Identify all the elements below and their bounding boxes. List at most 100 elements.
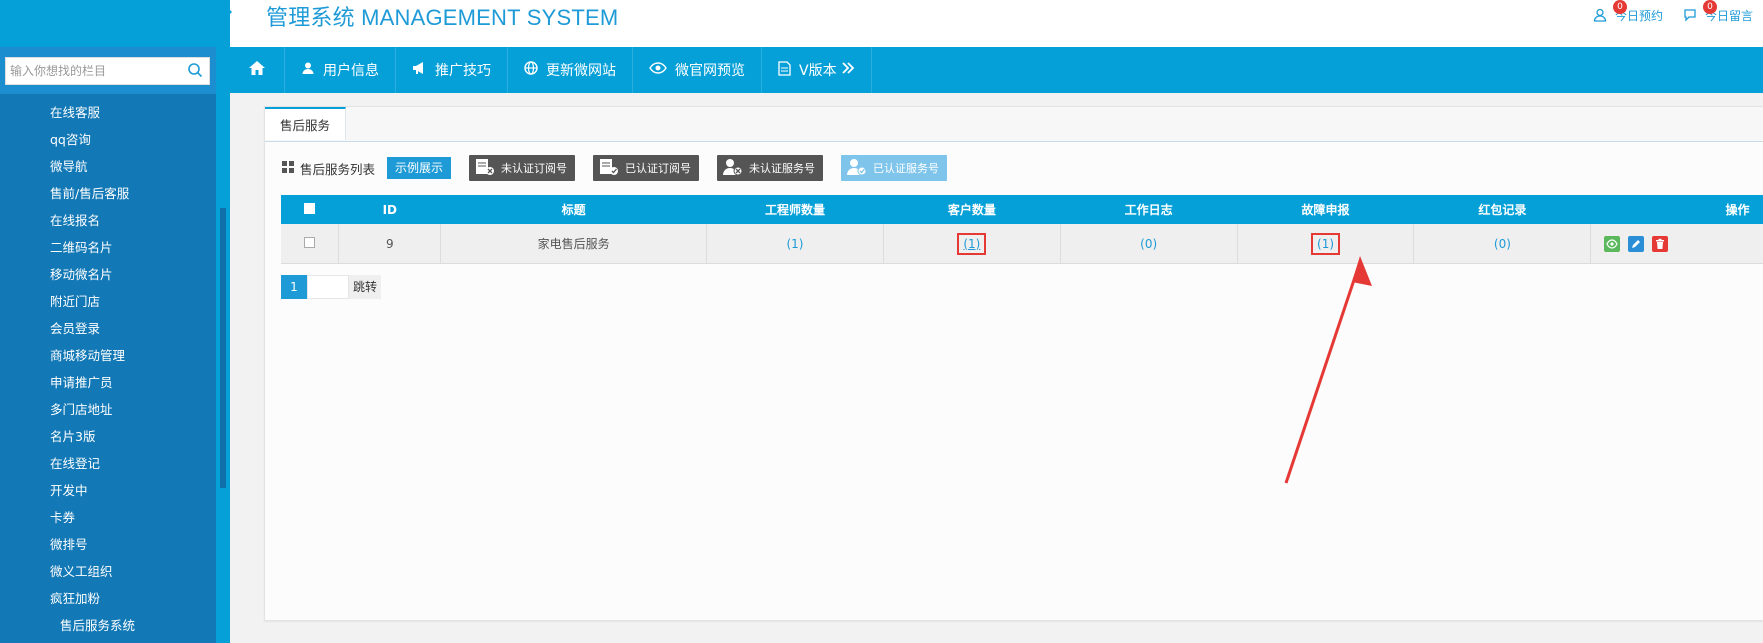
sidebar-menu: 在线客服 qq咨询 微导航 售前/售后客服 在线报名 二维码名片 移动微名片 附… [0,94,216,643]
col-id: ID [338,195,441,224]
sidebar-menu-list: 在线客服 qq咨询 微导航 售前/售后客服 在线报名 二维码名片 移动微名片 附… [0,94,216,643]
table-row: 9 家电售后服务 (1) (1) (0) (1) (0) [281,224,1763,264]
unverified-service-button[interactable]: 未认证服务号 [717,155,824,181]
col-logs: 工作日志 [1060,195,1238,224]
user-icon: 0 [1591,0,1627,24]
select-all-cell [281,195,339,224]
unverified-service-label: 未认证服务号 [749,162,816,175]
row-checkbox[interactable] [304,236,316,248]
messages-badge: 0 [1702,0,1717,14]
globe-icon [524,61,538,79]
list-title-label: 售后服务列表 [300,161,376,177]
document-icon [778,60,791,80]
sidebar-item-shop-mobile[interactable]: 商城移动管理 [50,345,125,364]
user-check-icon [847,158,867,179]
sidebar-item-presale-service[interactable]: 售前/售后客服 [50,183,129,202]
grid-icon [282,160,294,176]
sidebar-search [5,57,210,85]
sidebar-item-qq[interactable]: qq咨询 [50,129,91,148]
sidebar: 在线客服 qq咨询 微导航 售前/售后客服 在线报名 二维码名片 移动微名片 附… [0,47,216,643]
select-all-checkbox[interactable] [304,202,316,214]
col-actions: 操作 [1590,195,1763,224]
verified-subscription-label: 已认证订阅号 [625,162,692,175]
nav-promotion-tips[interactable]: 推广技巧 [396,47,508,93]
cell-engineers[interactable]: (1) [706,224,884,264]
appointments-badge: 0 [1612,0,1627,14]
list-toolbar: 售后服务列表 示例展示 未认证订阅号 已认证订阅号 未认证服务号 已认证服务号 [282,155,965,181]
col-redpacks: 红包记录 [1413,195,1591,224]
col-customers: 客户数量 [883,195,1061,224]
brand-title: 管理系统 MANAGEMENT SYSTEM [266,5,619,30]
page-jump-button[interactable]: 跳转 [349,275,382,299]
row-select-cell [281,224,340,264]
page-1-button[interactable]: 1 [281,275,307,299]
nav-home[interactable] [230,47,285,93]
today-appointments-link[interactable]: 0 今日预约 [1591,0,1663,24]
edit-icon[interactable] [1628,235,1645,252]
nav-site-preview[interactable]: 微官网预览 [633,47,762,93]
sidebar-item-promoter[interactable]: 申请推广员 [50,372,113,391]
sidebar-item-developing[interactable]: 开发中 [50,480,88,499]
sidebar-item-qr-card[interactable]: 二维码名片 [50,237,113,256]
nav-site-preview-label: 微官网预览 [675,63,745,79]
today-messages-link[interactable]: 0 今日留言 [1681,0,1753,24]
unverified-subscription-label: 未认证订阅号 [501,162,568,175]
sidebar-item-fans[interactable]: 疯狂加粉 [50,588,100,607]
sidebar-item-online-signup[interactable]: 在线报名 [50,210,100,229]
sidebar-item-online-service[interactable]: 在线客服 [50,102,100,121]
sidebar-item-online-register[interactable]: 在线登记 [50,453,100,472]
sidebar-scrollbar-thumb[interactable] [220,208,226,488]
page-jump-input[interactable] [307,275,349,299]
col-title: 标题 [440,195,707,224]
sidebar-item-mobile-card[interactable]: 移动微名片 [50,264,113,283]
verified-subscription-button[interactable]: 已认证订阅号 [593,155,700,181]
customers-link[interactable]: (1) [957,232,987,255]
sidebar-item-queue[interactable]: 微排号 [50,534,88,553]
cell-actions [1590,224,1763,264]
sidebar-item-volunteer[interactable]: 微义工组织 [50,561,113,580]
tab-strip: 售后服务 [265,107,1763,142]
sidebar-subitem-aftersale[interactable]: 售后服务系统 [60,615,135,634]
faults-link[interactable]: (1) [1311,232,1341,255]
nav-version[interactable]: V版本 [762,47,872,93]
table-header-row: ID 标题 工程师数量 客户数量 工作日志 故障申报 红包记录 操作 [281,195,1763,224]
sidebar-item-micro-nav[interactable]: 微导航 [50,156,88,175]
sidebar-item-multi-store[interactable]: 多门店地址 [50,399,113,418]
delete-icon[interactable] [1652,235,1669,252]
megaphone-icon [412,61,427,79]
cell-customers: (1) [883,224,1061,264]
message-icon: 0 [1681,0,1717,24]
home-icon [248,60,266,80]
sidebar-item-member-login[interactable]: 会员登录 [50,318,100,337]
cell-id: 9 [338,224,442,264]
nav-version-label: V版本 [799,63,837,79]
nav-update-site[interactable]: 更新微网站 [508,47,633,93]
cell-faults: (1) [1237,224,1415,264]
list-title: 售后服务列表 [282,159,375,178]
logo-area [0,0,230,47]
double-chevron-right-icon [841,61,855,79]
action-icons [1592,235,1762,252]
sidebar-item-nearby-store[interactable]: 附近门店 [50,291,100,310]
user-icon [301,61,315,79]
unverified-subscription-button[interactable]: 未认证订阅号 [469,155,576,181]
search-icon[interactable] [187,62,203,82]
sidebar-item-coupon[interactable]: 卡券 [50,507,75,526]
demo-button[interactable]: 示例展示 [387,157,452,179]
aftersale-table: ID 标题 工程师数量 客户数量 工作日志 故障申报 红包记录 操作 9 家电售… [281,195,1763,264]
doc-check-icon [599,158,619,179]
view-icon[interactable] [1604,235,1621,252]
cell-logs[interactable]: (0) [1060,224,1238,264]
nav-user-info[interactable]: 用户信息 [285,47,396,93]
logo-notch [222,2,232,22]
sidebar-search-input[interactable] [6,63,187,79]
content-panel: 售后服务 售后服务列表 示例展示 未认证订阅号 已认证订阅号 未认证服务号 已认… [264,106,1763,621]
verified-service-button[interactable]: 已认证服务号 [841,155,948,181]
cell-redpacks[interactable]: (0) [1413,224,1592,264]
sidebar-item-card-v3[interactable]: 名片3版 [50,426,95,445]
tab-aftersale[interactable]: 售后服务 [265,107,347,140]
doc-cross-icon [475,158,495,179]
user-cross-icon [723,158,743,179]
verified-service-label: 已认证服务号 [873,162,940,175]
pager: 1 跳转 [281,275,382,299]
